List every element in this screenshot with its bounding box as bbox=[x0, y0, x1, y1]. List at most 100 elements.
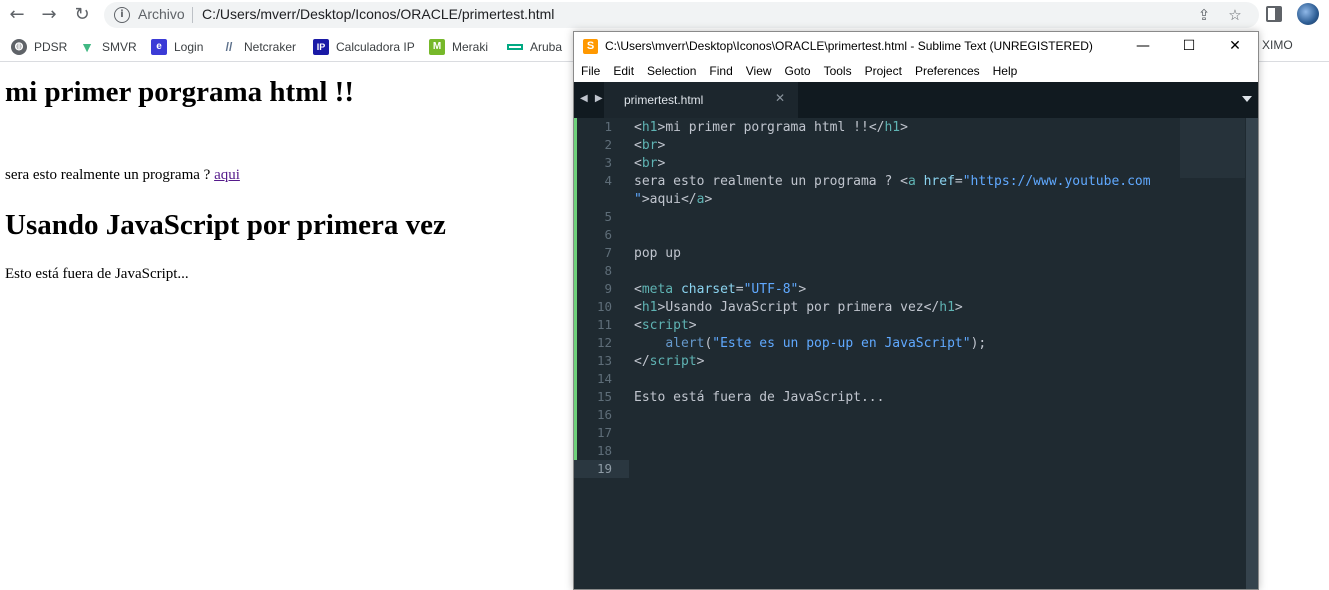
scheme-label: Archivo bbox=[138, 6, 185, 22]
line-number: 5 bbox=[604, 209, 612, 224]
close-icon[interactable]: ✕ bbox=[1212, 32, 1258, 61]
ip-icon: IP bbox=[313, 39, 329, 55]
bookmark-meraki[interactable]: M Meraki bbox=[429, 38, 488, 56]
code-editor[interactable]: 1 2 3 4 5 6 7 8 9 10 11 12 13 14 15 16 1… bbox=[574, 118, 1258, 589]
line-number: 4 bbox=[604, 173, 612, 188]
browser-toolbar: ← → ↻ i Archivo C:/Users/mverr/Desktop/I… bbox=[0, 0, 1329, 30]
reload-icon[interactable]: ↻ bbox=[69, 3, 95, 27]
back-arrow-icon[interactable]: ← bbox=[4, 3, 30, 27]
star-icon[interactable]: ☆ bbox=[1225, 5, 1245, 25]
menu-goto[interactable]: Goto bbox=[778, 61, 817, 82]
meraki-icon: M bbox=[429, 39, 445, 55]
bookmark-label: Meraki bbox=[452, 40, 489, 54]
menu-tools[interactable]: Tools bbox=[817, 61, 858, 82]
menu-edit[interactable]: Edit bbox=[606, 61, 640, 82]
menu-project[interactable]: Project bbox=[858, 61, 908, 82]
bookmark-label: Aruba bbox=[530, 40, 563, 54]
address-bar[interactable]: i Archivo C:/Users/mverr/Desktop/Iconos/… bbox=[104, 2, 1259, 28]
menu-preferences[interactable]: Preferences bbox=[908, 61, 986, 82]
tab-dropdown-icon[interactable] bbox=[1242, 96, 1252, 102]
line-number: 8 bbox=[604, 263, 612, 278]
sublime-titlebar[interactable]: S C:\Users\mverr\Desktop\Iconos\ORACLE\p… bbox=[574, 32, 1258, 61]
line-number: 1 bbox=[604, 119, 612, 134]
page-heading-1: mi primer porgrama html !! bbox=[5, 76, 354, 108]
line-number: 18 bbox=[596, 443, 612, 458]
share-icon[interactable]: ⇪ bbox=[1194, 5, 1214, 25]
line-number: 17 bbox=[596, 425, 612, 440]
code-line-12: alert("Este es un pop-up en JavaScript")… bbox=[665, 336, 987, 351]
menu-find[interactable]: Find bbox=[702, 61, 738, 82]
profile-avatar[interactable] bbox=[1297, 3, 1319, 25]
tab-close-icon[interactable]: ✕ bbox=[775, 91, 785, 105]
line-number: 10 bbox=[596, 299, 612, 314]
menu-file[interactable]: File bbox=[574, 61, 606, 82]
e-icon: e bbox=[151, 39, 167, 55]
code-line-13: </script> bbox=[634, 354, 705, 369]
vertical-scrollbar[interactable] bbox=[1246, 118, 1258, 589]
line-number: 19 bbox=[596, 461, 612, 476]
tab-label: primertest.html bbox=[624, 93, 704, 107]
info-icon[interactable]: i bbox=[114, 7, 130, 23]
menu-selection[interactable]: Selection bbox=[640, 61, 702, 82]
line-number: 2 bbox=[604, 137, 612, 152]
line-number: 14 bbox=[596, 371, 612, 386]
rendered-page: mi primer porgrama html !! sera esto rea… bbox=[0, 64, 573, 590]
code-line-11: <script> bbox=[634, 318, 697, 333]
code-line-15: Esto está fuera de JavaScript... bbox=[634, 390, 885, 405]
line-number: 12 bbox=[596, 335, 612, 350]
window-title: C:\Users\mverr\Desktop\Iconos\ORACLE\pri… bbox=[605, 39, 1093, 53]
line-number: 13 bbox=[596, 353, 612, 368]
code-line-1: <h1>mi primer porgrama html !!</h1> bbox=[634, 120, 908, 135]
minimize-icon[interactable]: — bbox=[1120, 32, 1166, 61]
line-number: 6 bbox=[604, 227, 612, 242]
side-panel-icon[interactable] bbox=[1266, 6, 1282, 22]
code-text-area[interactable]: <h1>mi primer porgrama html !!</h1> <br>… bbox=[634, 118, 1179, 589]
paragraph-text: sera esto realmente un programa ? bbox=[5, 167, 211, 183]
aqui-link[interactable]: aqui bbox=[214, 167, 240, 183]
line-number: 3 bbox=[604, 155, 612, 170]
menu-help[interactable]: Help bbox=[986, 61, 1024, 82]
code-line-7: pop up bbox=[634, 246, 681, 261]
menu-view[interactable]: View bbox=[739, 61, 778, 82]
bookmark-pdsr[interactable]: ◍ PDSR bbox=[11, 38, 67, 56]
code-line-2: <br> bbox=[634, 138, 666, 153]
omnibox-divider bbox=[192, 7, 193, 23]
bookmark-label: SMVR bbox=[102, 40, 137, 54]
tab-primertest[interactable]: primertest.html ✕ bbox=[604, 82, 798, 118]
line-number: 7 bbox=[604, 245, 612, 260]
forward-arrow-icon[interactable]: → bbox=[36, 3, 62, 27]
code-line-3: <br> bbox=[634, 156, 666, 171]
url-text[interactable]: C:/Users/mverr/Desktop/Iconos/ORACLE/pri… bbox=[202, 6, 554, 22]
bookmark-smvr[interactable]: ▼ SMVR bbox=[79, 38, 137, 56]
line-number: 11 bbox=[596, 317, 612, 332]
bookmark-label: PDSR bbox=[34, 40, 68, 54]
bookmark-label: Calculadora IP bbox=[336, 40, 415, 54]
bookmark-overflow-label[interactable]: XIMO bbox=[1262, 38, 1293, 52]
aruba-icon bbox=[507, 39, 523, 55]
code-line-4: sera esto realmente un programa ? <a hre… bbox=[634, 174, 1151, 189]
menu-bar: File Edit Selection Find View Goto Tools… bbox=[574, 61, 1258, 82]
line-number: 16 bbox=[596, 407, 612, 422]
page-heading-2: Usando JavaScript por primera vez bbox=[5, 209, 446, 241]
code-line-9: <meta charset="UTF-8"> bbox=[634, 282, 807, 297]
tab-scroll-arrows-icon[interactable]: ◀ ▶ bbox=[580, 93, 605, 104]
bookmark-calculadora-ip[interactable]: IP Calculadora IP bbox=[313, 38, 415, 56]
page-paragraph-2: Esto está fuera de JavaScript... bbox=[5, 266, 189, 282]
sublime-logo-icon: S bbox=[583, 39, 598, 54]
globe-icon: ◍ bbox=[11, 39, 27, 55]
minimap[interactable] bbox=[1180, 118, 1245, 178]
line-number-gutter: 1 2 3 4 5 6 7 8 9 10 11 12 13 14 15 16 1… bbox=[577, 118, 629, 589]
netcracker-icon: // bbox=[225, 40, 233, 54]
line-number: 15 bbox=[596, 389, 612, 404]
bookmark-login[interactable]: e Login bbox=[151, 38, 203, 56]
code-line-4-wrapped: ">aqui</a> bbox=[634, 192, 713, 207]
vue-icon: ▼ bbox=[80, 39, 94, 55]
code-line-10: <h1>Usando JavaScript por primera vez</h… bbox=[634, 300, 963, 315]
bookmark-label: Login bbox=[174, 40, 204, 54]
tab-bar: ◀ ▶ primertest.html ✕ bbox=[574, 82, 1258, 118]
maximize-icon[interactable]: ☐ bbox=[1166, 32, 1212, 61]
bookmark-aruba[interactable]: Aruba bbox=[507, 38, 562, 56]
bookmark-netcraker[interactable]: // Netcraker bbox=[221, 38, 296, 56]
line-number: 9 bbox=[604, 281, 612, 296]
bookmark-label: Netcraker bbox=[244, 40, 297, 54]
